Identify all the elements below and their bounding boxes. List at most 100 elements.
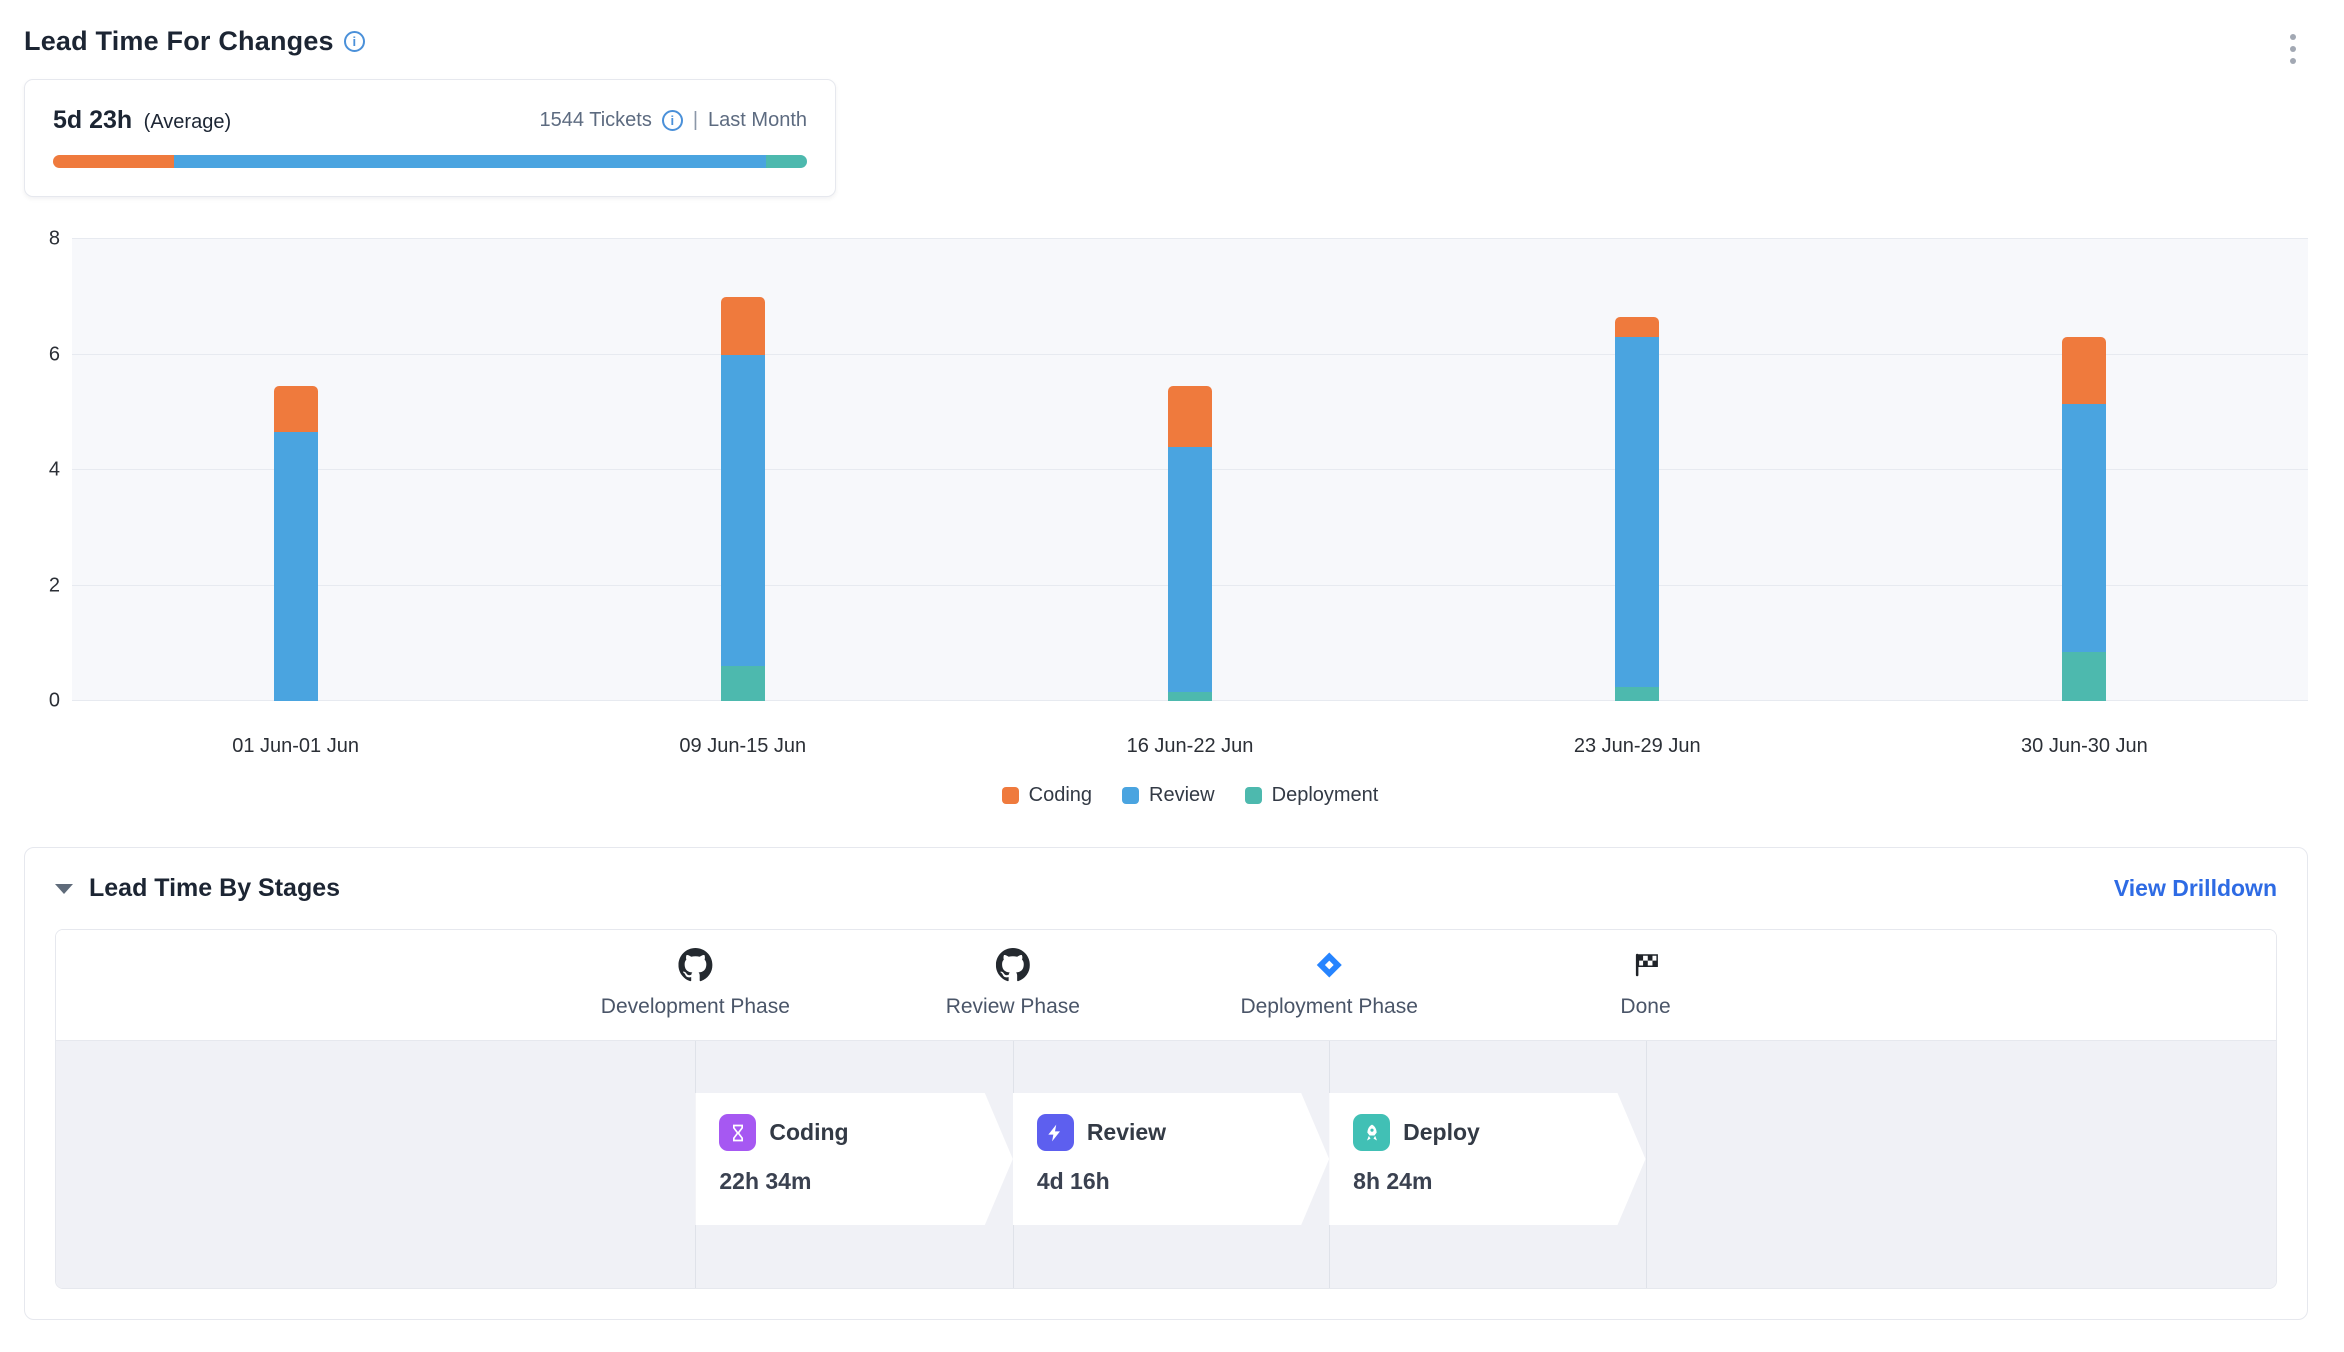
- summary-segment-review: [174, 155, 766, 168]
- legend-item-deployment[interactable]: Deployment: [1245, 784, 1379, 807]
- x-axis-label: 01 Jun-01 Jun: [72, 735, 519, 758]
- bolt-icon: [1037, 1114, 1074, 1151]
- y-tick-label: 8: [49, 228, 60, 251]
- legend-item-coding[interactable]: Coding: [1002, 784, 1092, 807]
- legend-swatch-icon: [1002, 787, 1019, 804]
- stage-band: Coding 22h 34m Review 4d 16h Deploy 8h 24m: [56, 1040, 2276, 1288]
- stage-name: Review: [1087, 1119, 1166, 1146]
- chart-legend: Coding Review Deployment: [72, 784, 2308, 807]
- bar-segment-review: [1615, 337, 1659, 686]
- bar-segment-coding: [2062, 337, 2106, 403]
- meta-separator: |: [693, 109, 698, 132]
- github-icon: [996, 946, 1030, 984]
- bar-segment-deployment: [1168, 692, 1212, 701]
- stacked-bar-30-jun-30-jun[interactable]: [2062, 239, 2106, 701]
- chart-column: [519, 239, 966, 701]
- y-tick-label: 0: [49, 690, 60, 713]
- x-axis-label: 23 Jun-29 Jun: [1414, 735, 1861, 758]
- chart-y-axis: 02468: [24, 239, 72, 701]
- stage-title-row: Deploy: [1353, 1114, 1601, 1151]
- checkered-flag-icon: [1631, 946, 1661, 984]
- collapse-caret-icon[interactable]: [55, 884, 73, 894]
- bar-segment-review: [274, 432, 318, 701]
- legend-label: Coding: [1029, 784, 1092, 807]
- summary-segment-coding: [53, 155, 174, 168]
- hourglass-icon: [719, 1114, 756, 1151]
- stage-name: Deploy: [1403, 1119, 1480, 1146]
- stage-title-row: Review: [1037, 1114, 1285, 1151]
- github-icon: [678, 946, 712, 984]
- y-tick-label: 6: [49, 343, 60, 366]
- milestone-review-phase: Review Phase: [946, 946, 1080, 1019]
- bar-segment-coding: [1615, 317, 1659, 337]
- stacked-bar-23-jun-29-jun[interactable]: [1615, 239, 1659, 701]
- x-axis-label: 16 Jun-22 Jun: [966, 735, 1413, 758]
- summary-progress-bar: [53, 155, 807, 168]
- bar-segment-deployment: [2062, 652, 2106, 701]
- bar-segment-review: [2062, 404, 2106, 652]
- milestone-label: Deployment Phase: [1240, 995, 1417, 1019]
- rocket-icon: [1353, 1114, 1390, 1151]
- chart-column: [72, 239, 519, 701]
- milestone-done: Done: [1620, 946, 1670, 1019]
- stage-table: Development Phase Review Phase Deployment …: [55, 929, 2277, 1289]
- tickets-info-icon[interactable]: i: [662, 110, 683, 131]
- bar-segment-review: [1168, 447, 1212, 692]
- chart-columns: [72, 239, 2308, 701]
- stage-card-coding[interactable]: Coding 22h 34m: [695, 1093, 1012, 1225]
- column-divider: [1646, 1041, 1647, 1288]
- milestone-label: Review Phase: [946, 995, 1080, 1019]
- stage-card-deploy[interactable]: Deploy 8h 24m: [1329, 1093, 1645, 1225]
- stage-card-review[interactable]: Review 4d 16h: [1013, 1093, 1329, 1225]
- stage-duration: 4d 16h: [1037, 1168, 1285, 1195]
- bar-segment-coding: [274, 386, 318, 432]
- summary-card: 5d 23h (Average) 1544 Tickets i | Last M…: [24, 79, 836, 197]
- title-info-icon[interactable]: i: [344, 31, 365, 52]
- bar-segment-review: [721, 355, 765, 667]
- bar-segment-deployment: [721, 666, 765, 701]
- kebab-menu-icon[interactable]: [2286, 30, 2300, 68]
- x-axis-label: 30 Jun-30 Jun: [1861, 735, 2308, 758]
- x-axis-label: 09 Jun-15 Jun: [519, 735, 966, 758]
- stage-title-row: Coding: [719, 1114, 968, 1151]
- summary-meta: 1544 Tickets i | Last Month: [540, 109, 807, 132]
- chart-column: [966, 239, 1413, 701]
- stacked-bar-01-jun-01-jun[interactable]: [274, 239, 318, 701]
- page-title: Lead Time For Changes: [24, 26, 334, 57]
- summary-segment-deployment: [766, 155, 807, 168]
- y-tick-label: 4: [49, 459, 60, 482]
- lead-time-chart: 02468 01 Jun-01 Jun09 Jun-15 Jun16 Jun-2…: [24, 239, 2308, 807]
- bar-segment-deployment: [1615, 687, 1659, 701]
- legend-swatch-icon: [1245, 787, 1262, 804]
- widget-header: Lead Time For Changes i: [24, 26, 2308, 57]
- chart-x-axis: 01 Jun-01 Jun09 Jun-15 Jun16 Jun-22 Jun2…: [72, 735, 2308, 758]
- stacked-bar-09-jun-15-jun[interactable]: [721, 239, 765, 701]
- milestone-label: Development Phase: [601, 995, 790, 1019]
- y-tick-label: 2: [49, 574, 60, 597]
- chart-column: [1861, 239, 2308, 701]
- bar-segment-coding: [1168, 386, 1212, 447]
- milestone-deployment-phase: Deployment Phase: [1240, 946, 1417, 1019]
- chart-plot: [72, 239, 2308, 701]
- tickets-count: 1544 Tickets: [540, 109, 652, 132]
- stages-header: Lead Time By Stages View Drilldown: [55, 874, 2277, 903]
- view-drilldown-link[interactable]: View Drilldown: [2114, 875, 2277, 902]
- legend-label: Deployment: [1272, 784, 1379, 807]
- period-label: Last Month: [708, 109, 807, 132]
- legend-item-review[interactable]: Review: [1122, 784, 1215, 807]
- stages-card: Lead Time By Stages View Drilldown Devel…: [24, 847, 2308, 1320]
- stage-name: Coding: [769, 1119, 848, 1146]
- stacked-bar-16-jun-22-jun[interactable]: [1168, 239, 1212, 701]
- chart-column: [1414, 239, 1861, 701]
- milestone-development-phase: Development Phase: [601, 946, 790, 1019]
- legend-label: Review: [1149, 784, 1215, 807]
- average-value-group: 5d 23h (Average): [53, 106, 231, 135]
- bar-segment-coding: [721, 297, 765, 355]
- stage-duration: 22h 34m: [719, 1168, 968, 1195]
- diamond-icon: [1314, 946, 1344, 984]
- legend-swatch-icon: [1122, 787, 1139, 804]
- average-label: (Average): [144, 111, 231, 133]
- stages-title: Lead Time By Stages: [89, 874, 340, 903]
- stage-duration: 8h 24m: [1353, 1168, 1601, 1195]
- milestones-row: Development Phase Review Phase Deployment …: [56, 930, 2276, 1040]
